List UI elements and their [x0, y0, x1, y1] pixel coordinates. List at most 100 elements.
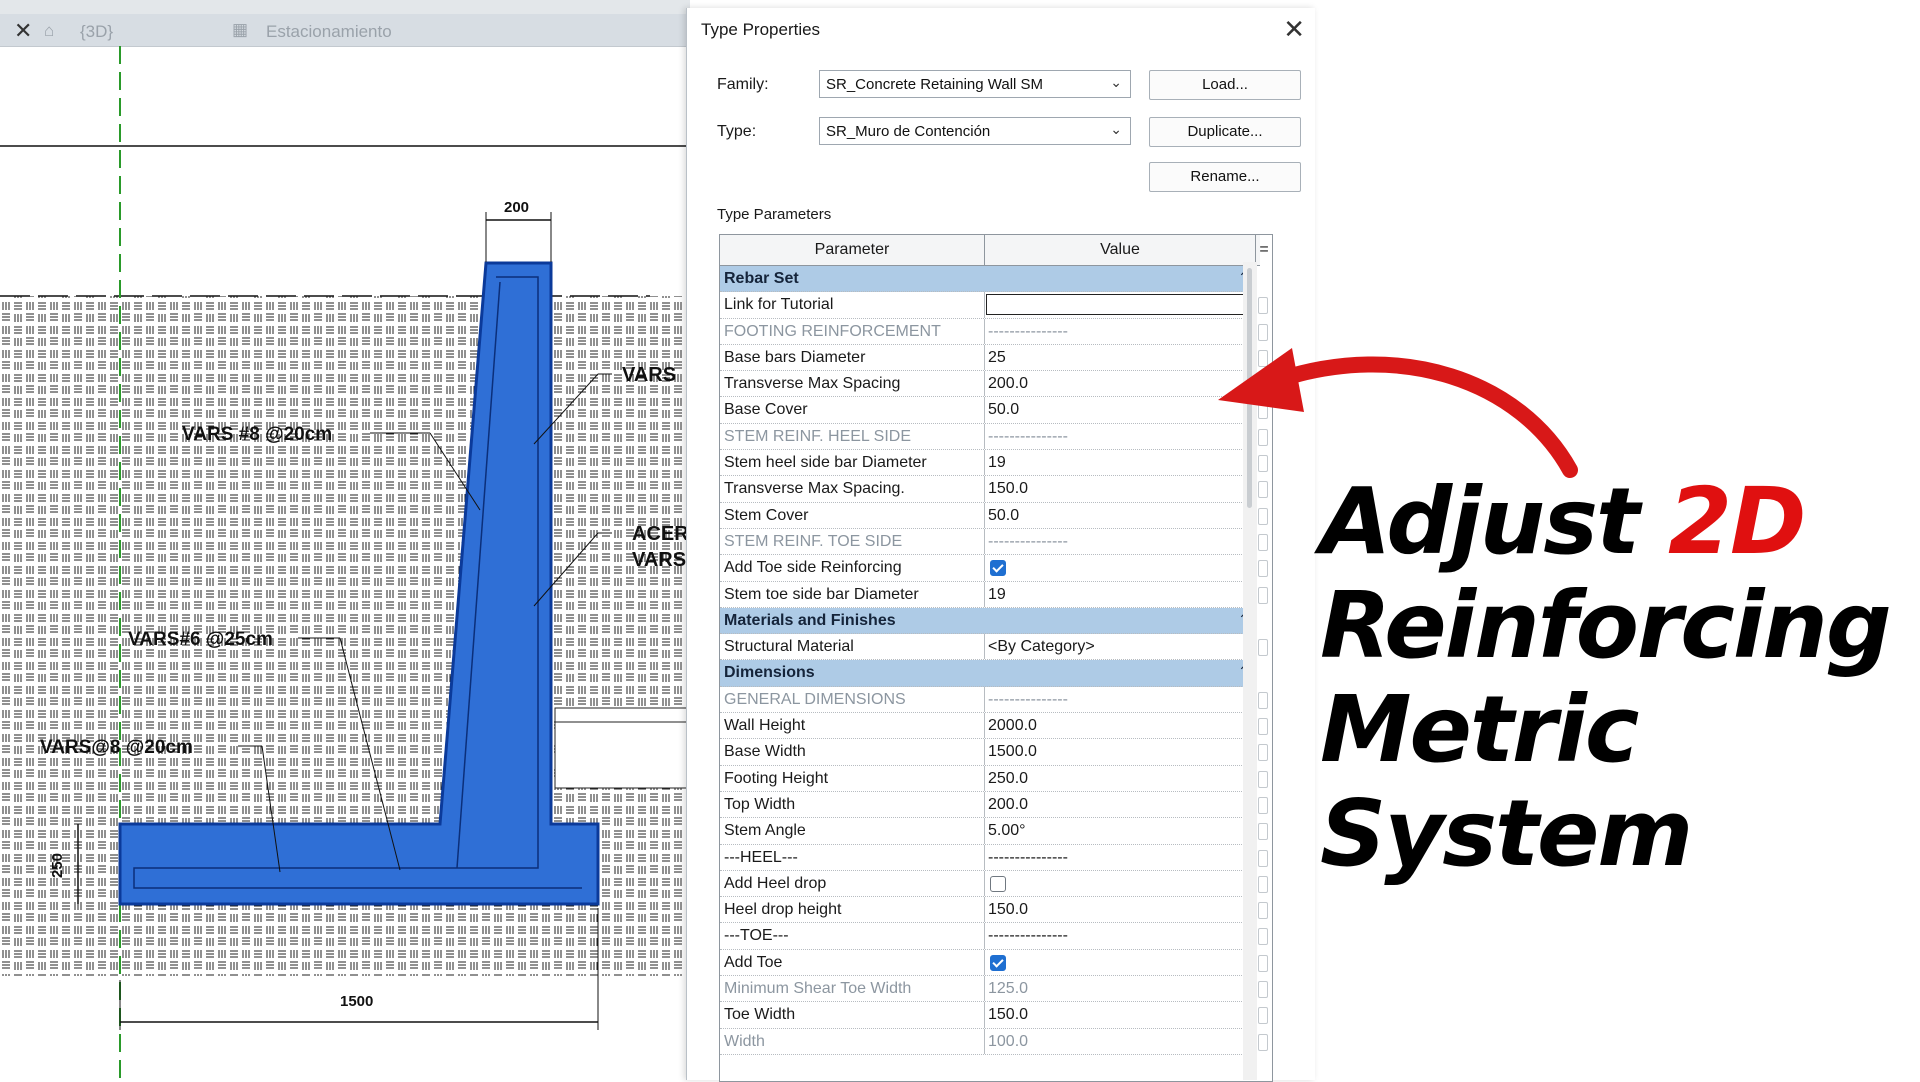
parameter-value[interactable]: 50.0	[988, 507, 1019, 525]
parameter-value[interactable]: 150.0	[988, 901, 1028, 919]
parameter-name: Stem Angle	[724, 822, 806, 840]
parameter-value[interactable]: 125.0	[988, 980, 1028, 998]
family-select[interactable]: SR_Concrete Retaining Wall SM ⌄	[819, 70, 1131, 98]
parameter-value[interactable]: 150.0	[988, 1006, 1028, 1024]
parameter-row[interactable]: Link for Tutorial	[720, 292, 1268, 319]
formula-button[interactable]	[1258, 1033, 1268, 1051]
parameter-row[interactable]: Structural Material <By Category>	[720, 634, 1268, 661]
parameter-value[interactable]: 19	[988, 454, 1006, 472]
formula-button[interactable]	[1258, 691, 1268, 709]
parameter-name: STEM REINF. HEEL SIDE	[724, 427, 911, 445]
formula-button[interactable]	[1258, 796, 1268, 814]
parameter-value[interactable]: 2000.0	[988, 717, 1037, 735]
col-parameter[interactable]: Parameter	[720, 241, 984, 259]
parameter-row[interactable]: Add Toe side Reinforcing	[720, 555, 1268, 582]
formula-button[interactable]	[1258, 481, 1268, 499]
type-value: SR_Muro de Contención	[826, 123, 991, 140]
parameter-value[interactable]: 100.0	[988, 1033, 1028, 1051]
load-button[interactable]: Load...	[1149, 70, 1301, 100]
parameter-row[interactable]: Base Cover 50.0	[720, 397, 1268, 424]
parameter-value[interactable]: ---------------	[988, 849, 1068, 867]
parameter-value[interactable]: ---------------	[988, 691, 1068, 709]
formula-button[interactable]	[1258, 849, 1268, 867]
rename-button[interactable]: Rename...	[1149, 162, 1301, 192]
formula-button[interactable]	[1258, 533, 1268, 551]
close-icon[interactable]: ✕	[1283, 14, 1305, 45]
parameter-row[interactable]: ---TOE--- ---------------	[720, 923, 1268, 950]
parameter-row[interactable]: Add Heel drop	[720, 870, 1268, 898]
parameter-value[interactable]: 5.00°	[988, 822, 1026, 840]
type-select[interactable]: SR_Muro de Contención ⌄	[819, 117, 1131, 145]
parameter-row[interactable]: Base Width 1500.0	[720, 739, 1268, 766]
parameter-value[interactable]: ---------------	[988, 323, 1068, 341]
formula-button[interactable]	[1258, 507, 1268, 525]
formula-button[interactable]	[1258, 639, 1268, 657]
parameter-value[interactable]: <By Category>	[988, 638, 1095, 656]
formula-button[interactable]	[1258, 823, 1268, 841]
parameter-value[interactable]: 200.0	[988, 796, 1028, 814]
formula-button[interactable]	[1258, 875, 1268, 893]
parameter-name: Dimensions	[724, 664, 815, 682]
parameter-row[interactable]: Stem Cover 50.0	[720, 502, 1268, 529]
parameter-value[interactable]: 50.0	[988, 401, 1019, 419]
formula-button[interactable]	[1258, 744, 1268, 762]
parameter-name: Transverse Max Spacing.	[724, 480, 905, 498]
parameter-row[interactable]: FOOTING REINFORCEMENT ---------------	[720, 318, 1268, 345]
parameter-value[interactable]: 150.0	[988, 480, 1028, 498]
parameter-row[interactable]: Transverse Max Spacing 200.0	[720, 371, 1268, 398]
col-value[interactable]: Value	[985, 241, 1255, 259]
parameter-row[interactable]: STEM REINF. TOE SIDE ---------------	[720, 528, 1268, 556]
parameter-checkbox[interactable]	[990, 875, 1006, 892]
family-label: Family:	[717, 76, 769, 93]
dialog-title: Type Properties	[701, 20, 821, 39]
formula-button[interactable]	[1258, 902, 1268, 920]
parameter-row[interactable]: Stem toe side bar Diameter 19	[720, 581, 1268, 608]
parameter-row[interactable]: Stem Angle 5.00°	[720, 818, 1268, 845]
parameter-group-row[interactable]: Rebar Set⌃	[720, 266, 1256, 293]
rebar-label: VARS#6 @25cm	[128, 629, 273, 650]
parameter-row[interactable]: Transverse Max Spacing. 150.0	[720, 476, 1268, 503]
chevron-down-icon: ⌄	[1110, 74, 1122, 90]
parameter-row[interactable]: Heel drop height 150.0	[720, 897, 1268, 924]
dialog-titlebar[interactable]: Type Properties ✕	[687, 8, 1315, 54]
parameter-row[interactable]: STEM REINF. HEEL SIDE ---------------	[720, 423, 1268, 451]
parameter-value[interactable]: ---------------	[988, 927, 1068, 945]
duplicate-button[interactable]: Duplicate...	[1149, 117, 1301, 147]
parameter-value[interactable]: ---------------	[988, 428, 1068, 446]
formula-button[interactable]	[1258, 928, 1268, 946]
parameter-group-row[interactable]: Dimensions⌃	[720, 660, 1256, 687]
parameter-name: Base Width	[724, 743, 806, 761]
parameter-row[interactable]: Footing Height 250.0	[720, 765, 1268, 792]
parameter-row[interactable]: Top Width 200.0	[720, 791, 1268, 819]
formula-button[interactable]	[1258, 770, 1268, 788]
parameter-row[interactable]: Width 100.0	[720, 1028, 1268, 1055]
parameter-row[interactable]: Stem heel side bar Diameter 19	[720, 450, 1268, 477]
parameter-value[interactable]: 200.0	[988, 375, 1028, 393]
formula-button[interactable]	[1258, 586, 1268, 604]
formula-button[interactable]	[1258, 954, 1268, 972]
formula-button[interactable]	[1258, 560, 1268, 578]
parameter-row[interactable]: Wall Height 2000.0	[720, 713, 1268, 740]
parameter-value[interactable]: 1500.0	[988, 743, 1037, 761]
parameter-value[interactable]: 25	[988, 349, 1006, 367]
title-accent: 2D	[1668, 468, 1806, 575]
parameter-group-row[interactable]: Materials and Finishes⌃	[720, 607, 1256, 635]
drawing-canvas[interactable]: ✕ ⌂ {3D} ▦ Estacionamiento 200 1500 250 …	[0, 0, 690, 1080]
parameter-row[interactable]: Minimum Shear Toe Width 125.0	[720, 976, 1268, 1003]
parameter-row[interactable]: Base bars Diameter 25	[720, 344, 1268, 372]
formula-button[interactable]	[1258, 1007, 1268, 1025]
formula-button[interactable]	[1258, 981, 1268, 999]
formula-button[interactable]	[1258, 718, 1268, 736]
parameter-row[interactable]: GENERAL DIMENSIONS ---------------	[720, 686, 1268, 714]
parameter-value[interactable]: ---------------	[988, 533, 1068, 551]
parameter-value-input[interactable]	[986, 294, 1252, 316]
parameter-row[interactable]: ---HEEL--- ---------------	[720, 844, 1268, 871]
parameter-row[interactable]: Toe Width 150.0	[720, 1002, 1268, 1029]
formula-button[interactable]	[1258, 297, 1268, 315]
parameter-checkbox[interactable]	[990, 560, 1006, 577]
parameter-row[interactable]: Add Toe	[720, 949, 1268, 977]
parameter-checkbox[interactable]	[990, 954, 1006, 971]
parameter-name: Link for Tutorial	[724, 296, 834, 314]
parameter-value[interactable]: 19	[988, 586, 1006, 604]
parameter-value[interactable]: 250.0	[988, 770, 1028, 788]
